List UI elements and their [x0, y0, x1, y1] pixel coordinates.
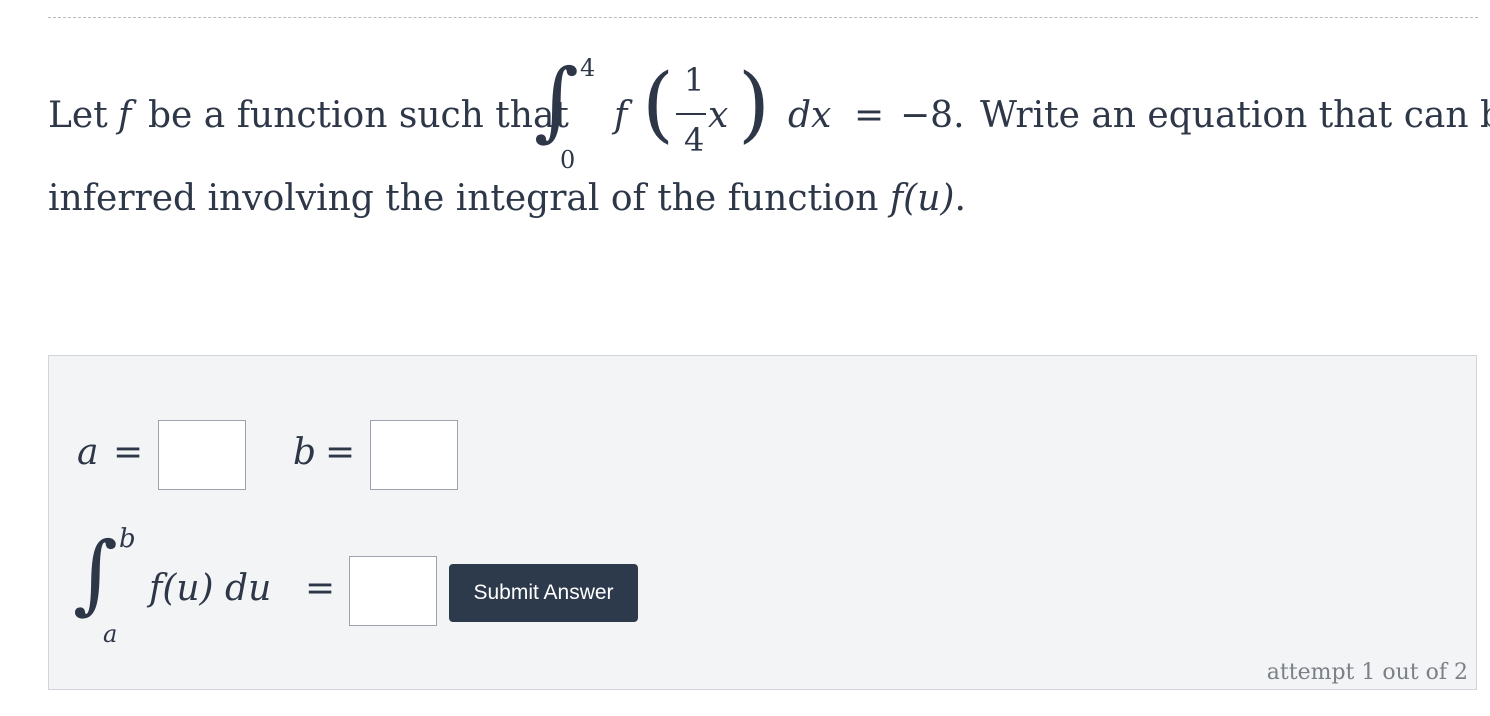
dx: dx: [788, 95, 832, 136]
answer-integral-sign: ∫: [73, 524, 118, 624]
question-text: Let f be a function such that ∫ 4 0 f ( …: [48, 51, 1490, 219]
a-equals: =: [113, 432, 144, 473]
fraction-bar: [676, 113, 706, 115]
integral-sign: ∫: [534, 51, 579, 151]
left-paren: (: [642, 57, 674, 152]
integral-lower-limit: 0: [560, 146, 576, 174]
fraction-numerator: 1: [684, 61, 705, 99]
question-phrase: be a function such that: [148, 95, 569, 136]
fraction-denominator: 4: [684, 121, 705, 159]
question-let: Let: [48, 95, 108, 136]
b-equals: =: [325, 432, 356, 473]
integral-value-input[interactable]: [349, 556, 437, 626]
integral-result: −8.: [900, 95, 965, 136]
line2-func: f: [889, 178, 904, 219]
var-f: f: [118, 95, 132, 136]
var-x: x: [708, 95, 729, 136]
b-input[interactable]: [370, 420, 458, 490]
question-instruction: Write an equation that can be: [980, 95, 1490, 136]
answer-integral-lower: a: [103, 620, 118, 648]
right-paren: ): [738, 57, 770, 152]
answer-panel: a = b = ∫ b a f(u) du = Submit Answer at…: [48, 355, 1477, 690]
b-label: b: [293, 432, 317, 473]
question-line-2: inferred involving the integral of the f…: [48, 178, 966, 219]
question-line2-text: inferred involving the integral of the f…: [48, 178, 879, 219]
a-input[interactable]: [158, 420, 246, 490]
answer-integral-upper: b: [119, 524, 136, 554]
attempt-counter: attempt 1 out of 2: [1266, 660, 1468, 685]
question-line-1: Let f be a function such that ∫ 4 0 f ( …: [48, 51, 1490, 174]
equals-sign: =: [854, 95, 885, 136]
submit-answer-button[interactable]: Submit Answer: [449, 564, 638, 622]
line2-period: .: [954, 178, 966, 219]
line2-arg: (u): [903, 178, 955, 219]
top-divider: [48, 17, 1478, 18]
a-label: a: [77, 432, 99, 473]
integral-upper-limit: 4: [580, 54, 596, 82]
integrand-f: f: [614, 95, 628, 136]
answer-equals: =: [305, 568, 336, 609]
answer-integrand: f(u) du: [149, 568, 272, 609]
